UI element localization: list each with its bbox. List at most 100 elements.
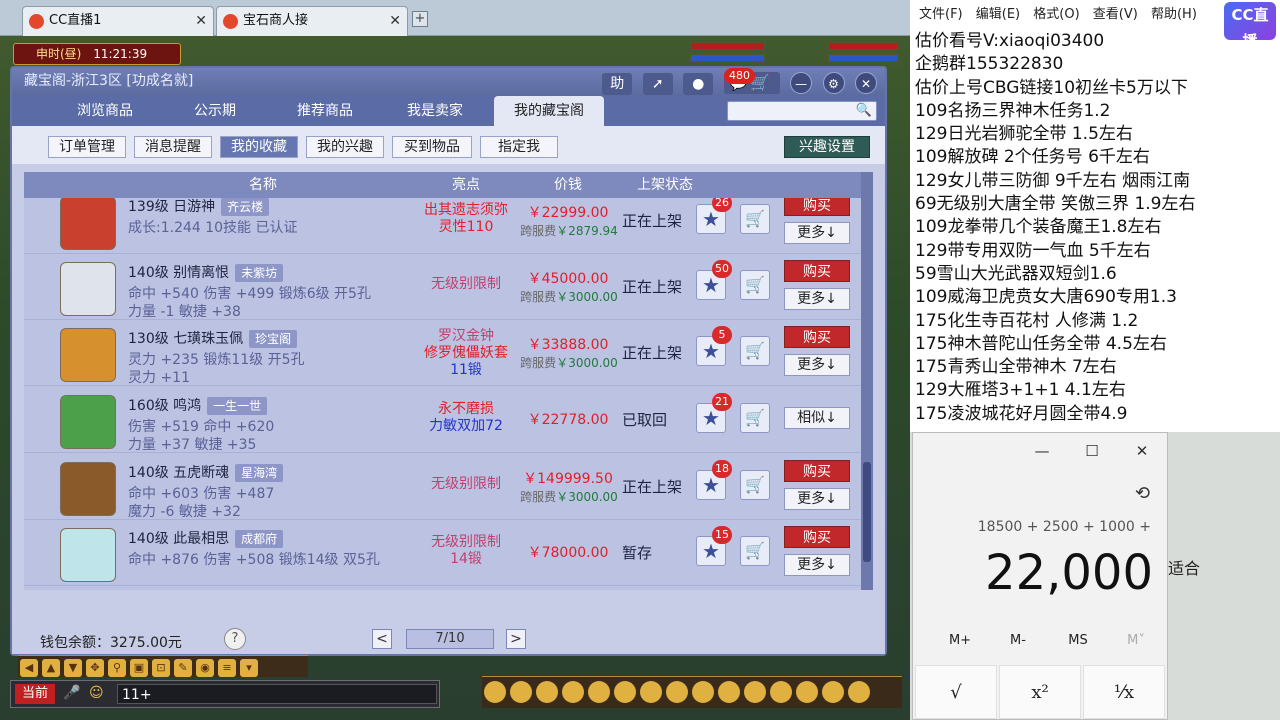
new-tab-button[interactable]: + <box>412 11 428 27</box>
tab-public[interactable]: 公示期 <box>160 96 270 126</box>
close-icon[interactable]: ✕ <box>389 7 401 35</box>
order-management-button[interactable]: 订单管理 <box>48 136 126 158</box>
skill-icon[interactable] <box>822 681 844 703</box>
prev-page-button[interactable]: < <box>372 629 392 649</box>
close-icon[interactable]: ✕ <box>855 72 877 94</box>
assigned-to-me-button[interactable]: 指定我 <box>480 136 558 158</box>
browser-tab[interactable]: CC直播1 ✕ <box>22 6 214 36</box>
table-row[interactable]: 160级 鸣鸿 一生一世 伤害 +519 命中 +620 力量 +37 敏捷 +35 永… <box>24 389 872 453</box>
channel-selector[interactable]: 当前 <box>15 684 55 704</box>
table-row[interactable]: 140级 此最相思 成都府 命中 +876 伤害 +508 锻炼14级 双5孔 无级别… <box>24 522 872 586</box>
zoom-icon[interactable]: ⚲ <box>108 659 126 677</box>
tab-browse[interactable]: 浏览商品 <box>50 96 160 126</box>
search-input[interactable]: 🔍 <box>727 101 877 121</box>
buy-button[interactable]: 购买 <box>784 326 850 348</box>
my-favorites-button[interactable]: 我的收藏 <box>220 136 298 158</box>
scrollbar-thumb[interactable] <box>863 462 871 562</box>
item-thumbnail[interactable] <box>60 328 116 382</box>
dropdown-icon[interactable]: ▾ <box>240 659 258 677</box>
buy-button[interactable]: 购买 <box>784 526 850 548</box>
skill-icon[interactable] <box>484 681 506 703</box>
cart-icon[interactable]: 🛒 <box>740 403 770 433</box>
minimize-icon[interactable]: — <box>790 72 813 94</box>
history-icon[interactable]: ⟲ <box>1135 483 1150 504</box>
table-row[interactable]: 140级 别情离恨 未紫坊 命中 +540 伤害 +499 锻炼6级 开5孔 力量 -… <box>24 256 872 320</box>
share-icon[interactable]: ➚ <box>642 73 673 95</box>
more-button[interactable]: 更多↓ <box>784 354 850 376</box>
up-arrow-icon[interactable]: ▲ <box>42 659 60 677</box>
tab-seller[interactable]: 我是卖家 <box>380 96 490 126</box>
item-thumbnail[interactable] <box>60 262 116 316</box>
more-button[interactable]: 更多↓ <box>784 288 850 310</box>
skill-icon[interactable] <box>640 681 662 703</box>
notepad-text-area[interactable]: 估价看号V:xiaoqi03400 企鹅群155322830 估价上号CBG链接10… <box>915 30 1275 426</box>
minimize-icon[interactable]: — <box>1017 433 1067 469</box>
my-interests-button[interactable]: 我的兴趣 <box>306 136 384 158</box>
brush-icon[interactable]: ✎ <box>174 659 192 677</box>
help-button[interactable]: 助 <box>602 73 633 95</box>
reciprocal-key[interactable]: ¹⁄x <box>1083 665 1165 719</box>
tab-my-cbg[interactable]: 我的藏宝阁 <box>494 96 604 126</box>
item-thumbnail[interactable] <box>60 395 116 449</box>
bag-icon[interactable]: ▣ <box>130 659 148 677</box>
more-button[interactable]: 相似↓ <box>784 407 850 429</box>
buy-button[interactable]: 购买 <box>784 460 850 482</box>
note-icon[interactable]: ≡ <box>218 659 236 677</box>
menu-file[interactable]: 文件(F) <box>919 7 963 22</box>
browser-tab[interactable]: 宝石商人接 ✕ <box>216 6 408 36</box>
skill-icon[interactable] <box>562 681 584 703</box>
microphone-icon[interactable]: 🎤 <box>63 685 80 701</box>
interest-settings-button[interactable]: 兴趣设置 <box>784 136 870 158</box>
skill-icon[interactable] <box>848 681 870 703</box>
chat-icon[interactable]: ◉ <box>196 659 214 677</box>
more-button[interactable]: 更多↓ <box>784 488 850 510</box>
menu-view[interactable]: 查看(V) <box>1093 7 1138 22</box>
move-icon[interactable]: ✥ <box>86 659 104 677</box>
buy-button[interactable]: 购买 <box>784 198 850 216</box>
next-page-button[interactable]: > <box>506 629 526 649</box>
skill-icon[interactable] <box>588 681 610 703</box>
item-thumbnail[interactable] <box>60 528 116 582</box>
close-icon[interactable]: ✕ <box>1117 433 1167 469</box>
cart-icon[interactable]: 🛒 <box>740 204 770 234</box>
emoji-icon[interactable]: ☺ <box>89 685 104 701</box>
tab-recommended[interactable]: 推荐商品 <box>270 96 380 126</box>
item-thumbnail[interactable] <box>60 198 116 250</box>
item-thumbnail[interactable] <box>60 462 116 516</box>
skill-icon[interactable] <box>666 681 688 703</box>
memory-add-button[interactable]: M+ <box>935 633 985 648</box>
search-icon[interactable]: 🔍 <box>856 103 872 118</box>
close-icon[interactable]: ✕ <box>195 7 207 35</box>
help-icon[interactable]: ? <box>224 628 246 650</box>
menu-format[interactable]: 格式(O) <box>1033 7 1079 22</box>
square-key[interactable]: x² <box>999 665 1081 719</box>
skill-icon[interactable] <box>718 681 740 703</box>
menu-help[interactable]: 帮助(H) <box>1151 7 1197 22</box>
memory-subtract-button[interactable]: M- <box>993 633 1043 648</box>
menu-edit[interactable]: 编辑(E) <box>976 7 1020 22</box>
gear-icon[interactable]: ⚙ <box>822 72 845 94</box>
skill-icon[interactable] <box>796 681 818 703</box>
message-reminder-button[interactable]: 消息提醒 <box>134 136 212 158</box>
memory-store-button[interactable]: MS <box>1053 633 1103 648</box>
sqrt-key[interactable]: √ <box>915 665 997 719</box>
record-icon[interactable]: ● <box>683 73 714 95</box>
more-button[interactable]: 更多↓ <box>784 554 850 576</box>
table-scrollbar[interactable] <box>861 172 873 590</box>
skill-icon[interactable] <box>510 681 532 703</box>
maximize-icon[interactable]: ☐ <box>1067 433 1117 469</box>
skill-icon[interactable] <box>770 681 792 703</box>
skill-icon[interactable] <box>614 681 636 703</box>
buy-button[interactable]: 购买 <box>784 260 850 282</box>
more-button[interactable]: 更多↓ <box>784 222 850 244</box>
lock-icon[interactable]: ⊡ <box>152 659 170 677</box>
table-row[interactable]: 130级 七璜珠玉佩 珍宝阁 灵力 +235 锻炼11级 开5孔 灵力 +11 罗汉金钟… <box>24 322 872 386</box>
memory-list-button[interactable]: M˅ <box>1111 633 1161 648</box>
purchased-items-button[interactable]: 买到物品 <box>392 136 472 158</box>
cart-icon[interactable]: 🛒 <box>740 336 770 366</box>
skill-icon[interactable] <box>536 681 558 703</box>
table-row[interactable]: 140级 五虎断魂 星海湾 命中 +603 伤害 +487 魔力 -6 敏捷 +32 无… <box>24 456 872 520</box>
skill-icon[interactable] <box>692 681 714 703</box>
chat-input[interactable]: 11+ <box>117 684 437 704</box>
left-arrow-icon[interactable]: ◀ <box>20 659 38 677</box>
